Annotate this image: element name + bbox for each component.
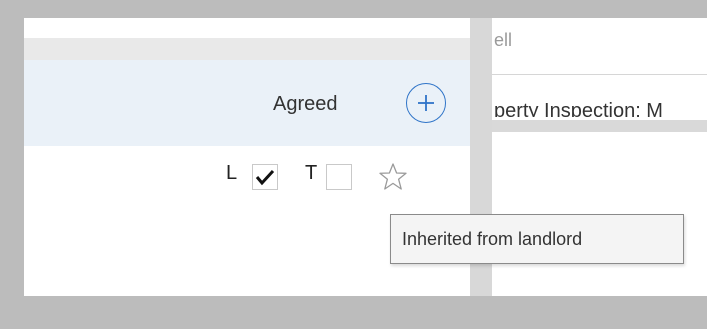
checkmark-icon bbox=[255, 169, 275, 186]
tenant-checkbox[interactable] bbox=[326, 164, 352, 190]
agreement-row: L T bbox=[24, 146, 470, 206]
tenant-label: T bbox=[305, 162, 318, 184]
star-outline-icon bbox=[379, 163, 407, 190]
divider bbox=[466, 74, 707, 75]
landlord-checkbox[interactable] bbox=[252, 164, 278, 190]
tooltip: Inherited from landlord bbox=[390, 214, 684, 264]
panel-top-bar bbox=[24, 38, 470, 61]
frame-bottom bbox=[0, 296, 707, 329]
screenshot-frame: ell perty Inspection: M Agreed L T Inher… bbox=[0, 0, 707, 329]
background-field-text: ell bbox=[494, 30, 513, 50]
panel-header: Agreed bbox=[24, 60, 470, 146]
background-window: ell perty Inspection: M bbox=[466, 18, 707, 312]
plus-circle-icon bbox=[418, 95, 434, 111]
add-button[interactable] bbox=[406, 83, 446, 123]
star-button[interactable] bbox=[378, 162, 408, 192]
agreed-column-header: Agreed bbox=[273, 93, 338, 115]
divider bbox=[466, 120, 707, 132]
landlord-label: L bbox=[226, 162, 238, 184]
